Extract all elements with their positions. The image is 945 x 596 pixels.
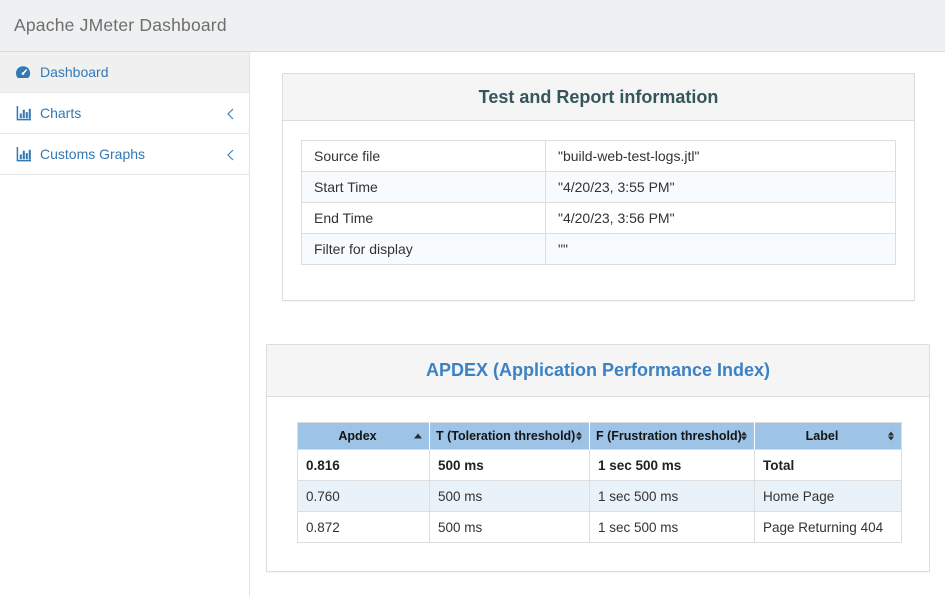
info-value: "4/20/23, 3:55 PM" (546, 172, 896, 203)
sort-both-icon (576, 432, 582, 441)
info-value: "build-web-test-logs.jtl" (546, 141, 896, 172)
panel-title: APDEX (Application Performance Index) (426, 360, 770, 381)
sidebar-item-customs-graphs[interactable]: Customs Graphs (0, 134, 249, 175)
column-header-frustration[interactable]: F (Frustration threshold) (590, 423, 755, 450)
column-header-label: Apdex (338, 429, 376, 443)
info-label: Filter for display (302, 234, 546, 265)
test-report-info-panel: Test and Report information Source file … (282, 73, 915, 301)
sidebar-item-dashboard[interactable]: Dashboard (0, 52, 249, 93)
chevron-left-icon (226, 148, 235, 160)
panel-body: Source file "build-web-test-logs.jtl" St… (283, 121, 914, 300)
apdex-panel: APDEX (Application Performance Index) Ap… (266, 344, 930, 572)
column-header-label[interactable]: Label (755, 423, 902, 450)
table-row-total: 0.816 500 ms 1 sec 500 ms Total (298, 450, 902, 481)
table-row: Start Time "4/20/23, 3:55 PM" (302, 172, 896, 203)
column-header-apdex[interactable]: Apdex (298, 423, 430, 450)
toleration-value: 500 ms (430, 450, 590, 481)
column-header-toleration[interactable]: T (Toleration threshold) (430, 423, 590, 450)
info-label: Start Time (302, 172, 546, 203)
sidebar-item-charts[interactable]: Charts (0, 93, 249, 134)
chevron-left-icon (226, 107, 235, 119)
label-value: Home Page (755, 481, 902, 512)
column-header-label: T (Toleration threshold) (436, 429, 575, 443)
panel-title: Test and Report information (479, 87, 719, 108)
panel-heading: APDEX (Application Performance Index) (267, 345, 929, 397)
bar-chart-icon (15, 147, 31, 162)
table-row: 0.760 500 ms 1 sec 500 ms Home Page (298, 481, 902, 512)
tachometer-icon (15, 65, 31, 80)
apdex-value: 0.760 (298, 481, 430, 512)
main-content: Test and Report information Source file … (250, 52, 945, 596)
frustration-value: 1 sec 500 ms (590, 481, 755, 512)
frustration-value: 1 sec 500 ms (590, 512, 755, 543)
info-label: Source file (302, 141, 546, 172)
sidebar: Dashboard Charts (0, 52, 250, 596)
toleration-value: 500 ms (430, 481, 590, 512)
table-row: 0.872 500 ms 1 sec 500 ms Page Returning… (298, 512, 902, 543)
sidebar-item-label: Charts (40, 105, 217, 121)
sort-ascending-icon (414, 434, 422, 439)
sidebar-item-label: Customs Graphs (40, 146, 217, 162)
app-title: Apache JMeter Dashboard (14, 15, 227, 36)
apdex-table: Apdex T (Toleration threshold) F (Frustr… (297, 422, 902, 543)
apdex-value: 0.816 (298, 450, 430, 481)
label-value: Total (755, 450, 902, 481)
sidebar-item-label: Dashboard (40, 64, 235, 80)
table-row: Source file "build-web-test-logs.jtl" (302, 141, 896, 172)
panel-heading: Test and Report information (283, 74, 914, 121)
apdex-value: 0.872 (298, 512, 430, 543)
table-row: Filter for display "" (302, 234, 896, 265)
info-value: "4/20/23, 3:56 PM" (546, 203, 896, 234)
frustration-value: 1 sec 500 ms (590, 450, 755, 481)
column-header-label: F (Frustration threshold) (596, 429, 742, 443)
table-row: End Time "4/20/23, 3:56 PM" (302, 203, 896, 234)
panel-body: Apdex T (Toleration threshold) F (Frustr… (267, 397, 929, 571)
label-value: Page Returning 404 (755, 512, 902, 543)
info-value: "" (546, 234, 896, 265)
app-header: Apache JMeter Dashboard (0, 0, 945, 52)
test-report-info-table: Source file "build-web-test-logs.jtl" St… (301, 140, 896, 265)
bar-chart-icon (15, 106, 31, 121)
sort-both-icon (888, 432, 894, 441)
sort-both-icon (741, 432, 747, 441)
info-label: End Time (302, 203, 546, 234)
table-header-row: Apdex T (Toleration threshold) F (Frustr… (298, 423, 902, 450)
column-header-label: Label (806, 429, 839, 443)
toleration-value: 500 ms (430, 512, 590, 543)
